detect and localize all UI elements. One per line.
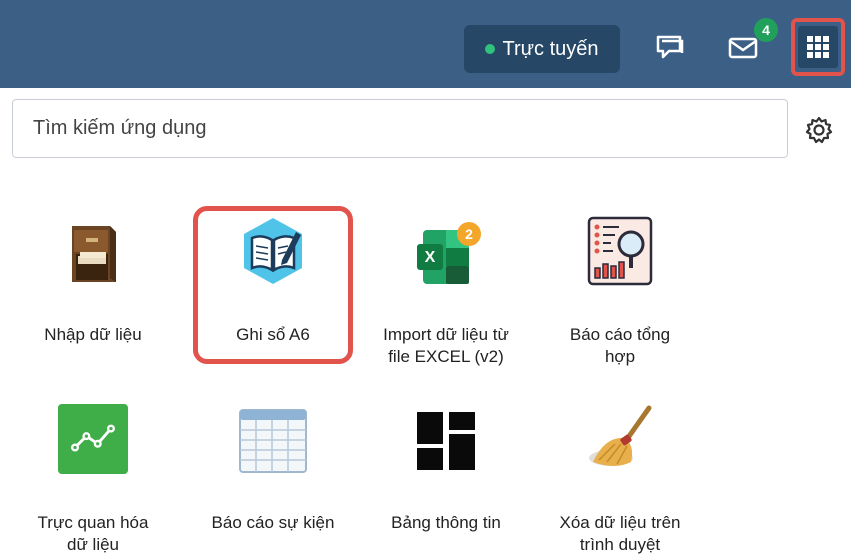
mail-count-badge: 4 <box>754 18 778 42</box>
app-tile-dashboard[interactable]: Bảng thông tin <box>371 402 521 552</box>
mail-icon <box>728 37 758 59</box>
app-label: Xóa dữ liệu trên trình duyệt <box>559 513 681 554</box>
apps-menu-button[interactable] <box>791 18 845 76</box>
notebook-icon <box>244 218 302 284</box>
broom-icon <box>589 405 652 466</box>
app-tile-summary-report[interactable]: Báo cáo tổng hợp <box>545 214 695 366</box>
app-label: Báo cáo sự kiện <box>211 513 335 532</box>
app-label: Import dữ liệu từ file EXCEL (v2) <box>383 325 509 366</box>
app-label: Ghi sổ A6 <box>236 325 310 344</box>
apps-grid-icon <box>807 36 829 58</box>
table-icon <box>239 409 307 473</box>
cabinet-icon <box>72 226 116 282</box>
app-tile-data-entry[interactable]: Nhập dữ liệu <box>18 214 168 364</box>
chat-button[interactable] <box>650 30 690 66</box>
status-label: Trực tuyến <box>502 37 599 60</box>
status-dot-icon <box>485 44 496 54</box>
app-tile-event-report[interactable]: Báo cáo sự kiện <box>198 402 348 552</box>
settings-button[interactable] <box>801 114 837 146</box>
app-tile-data-visualization[interactable]: Trực quan hóa dữ liệu <box>18 402 168 554</box>
search-placeholder: Tìm kiếm ứng dụng <box>33 117 207 139</box>
app-tile-ghi-so-a6[interactable]: Ghi sổ A6 <box>198 214 348 364</box>
app-tile-clear-browser-data[interactable]: Xóa dữ liệu trên trình duyệt <box>545 402 695 554</box>
app-label: Nhập dữ liệu <box>44 325 142 344</box>
report-icon <box>587 216 653 286</box>
app-label: Trực quan hóa dữ liệu <box>37 513 149 554</box>
app-search-input[interactable]: Tìm kiếm ứng dụng <box>12 99 788 158</box>
app-badge: 2 <box>457 222 481 246</box>
chat-icon <box>656 35 684 59</box>
gear-icon <box>805 116 833 144</box>
line-chart-icon <box>58 404 128 474</box>
online-status-button[interactable]: Trực tuyến <box>464 25 620 73</box>
dashboard-icon <box>417 412 475 470</box>
svg-text:X: X <box>425 249 436 266</box>
top-bar: Trực tuyến 4 <box>0 0 851 88</box>
app-label: Bảng thông tin <box>391 513 501 532</box>
app-label: Báo cáo tổng hợp <box>569 325 671 366</box>
app-tile-import-excel[interactable]: X 2 Import dữ liệu từ file EXCEL (v2) <box>371 214 521 366</box>
